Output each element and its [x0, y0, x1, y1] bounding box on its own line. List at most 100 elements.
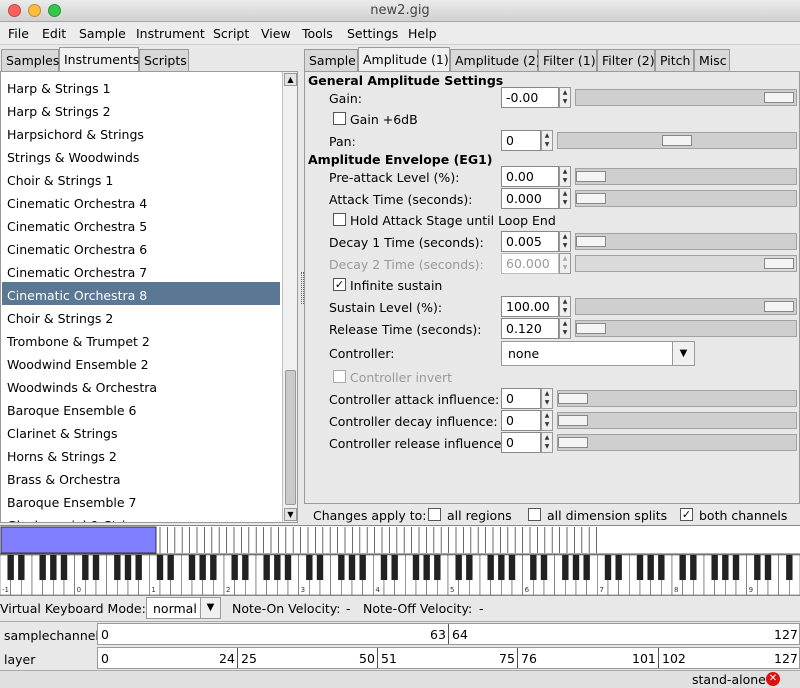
ctrl-decay-stepper[interactable]: ▲ ▼ [541, 410, 553, 431]
piano-black-key[interactable] [711, 555, 718, 580]
list-item[interactable]: Cinematic Orchestra 7 [2, 259, 280, 282]
chevron-down-icon[interactable]: ▼ [200, 598, 220, 618]
piano-black-key[interactable] [572, 555, 580, 580]
preattack-slider[interactable] [575, 168, 797, 185]
piano-black-key[interactable] [18, 555, 25, 580]
slider-knob[interactable] [576, 323, 606, 334]
attack-slider[interactable] [575, 190, 797, 207]
release-slider[interactable] [575, 320, 797, 337]
piano-black-key[interactable] [359, 555, 366, 580]
region-block[interactable] [0, 526, 157, 554]
list-item[interactable]: Harp & Strings 2 [2, 98, 280, 121]
zoom-window-button[interactable] [48, 4, 61, 17]
piano-black-key[interactable] [39, 555, 46, 580]
decay1-slider[interactable] [575, 233, 797, 250]
piano-black-key[interactable] [199, 555, 206, 580]
piano-black-key[interactable] [722, 555, 729, 580]
list-item[interactable]: Harpsichord & Strings [2, 121, 280, 144]
list-item-selected[interactable]: Cinematic Orchestra 8 [2, 282, 280, 305]
list-item[interactable]: Cinematic Orchestra 4 [2, 190, 280, 213]
list-item[interactable]: Baroque Ensemble 6 [2, 397, 280, 420]
piano-black-key[interactable] [306, 555, 313, 580]
attack-stepper[interactable]: ▲ ▼ [559, 188, 571, 209]
ctrl-release-slider[interactable] [557, 434, 797, 451]
menu-tools[interactable]: Tools [302, 26, 333, 41]
piano-black-key[interactable] [135, 555, 142, 580]
infinite-sustain-checkbox[interactable]: ✓ [333, 278, 346, 291]
slider-knob[interactable] [764, 258, 794, 269]
ctrl-decay-input[interactable]: 0 [501, 410, 541, 431]
hold-attack-checkbox[interactable] [333, 213, 346, 226]
piano-black-key[interactable] [434, 555, 441, 580]
list-item[interactable]: Trombone & Trumpet 2 [2, 328, 280, 351]
piano-black-key[interactable] [114, 555, 121, 580]
piano-black-key[interactable] [466, 555, 473, 580]
piano-black-key[interactable] [636, 555, 644, 580]
menu-instrument[interactable]: Instrument [136, 26, 205, 41]
tab-amplitude-1[interactable]: Amplitude (1) [358, 47, 450, 71]
tab-scripts[interactable]: Scripts [139, 49, 189, 71]
tab-amplitude-2[interactable]: Amplitude (2) [450, 49, 541, 71]
decay1-stepper[interactable]: ▲ ▼ [559, 231, 571, 252]
release-input[interactable]: 0.120 [501, 318, 559, 339]
piano-black-key[interactable] [786, 555, 793, 580]
list-item[interactable]: Choir & Strings 1 [2, 167, 280, 190]
slider-knob[interactable] [576, 171, 606, 182]
piano-black-key[interactable] [82, 555, 89, 580]
scroll-up-icon[interactable]: ▲ [284, 73, 297, 86]
tab-filter-1[interactable]: Filter (1) [538, 49, 597, 71]
piano-black-key[interactable] [167, 555, 174, 580]
pan-slider[interactable] [557, 132, 797, 149]
menu-script[interactable]: Script [213, 26, 249, 41]
layer-zones[interactable]: 0 24 25 50 51 75 76 101 102 127 [97, 647, 800, 669]
piano-black-key[interactable] [263, 555, 270, 580]
controller-select[interactable]: none ▼ [501, 341, 695, 366]
piano-black-key[interactable] [92, 555, 100, 580]
gain-input[interactable]: -0.00 [501, 87, 559, 108]
pan-stepper[interactable]: ▲ ▼ [541, 130, 553, 151]
close-window-button[interactable] [8, 4, 21, 17]
scrollbar-thumb[interactable] [285, 370, 296, 505]
list-item[interactable]: Clarinet & Strings [2, 420, 280, 443]
slider-knob[interactable] [576, 193, 606, 204]
piano-black-key[interactable] [274, 555, 281, 580]
menu-file[interactable]: File [8, 26, 29, 41]
menu-help[interactable]: Help [408, 26, 437, 41]
piano-black-key[interactable] [530, 555, 537, 580]
menu-view[interactable]: View [261, 26, 291, 41]
virtual-keyboard[interactable]: -1 0 1 2 3 4 5 6 7 8 9 [0, 525, 800, 596]
tab-instruments[interactable]: Instruments [59, 47, 139, 71]
slider-knob[interactable] [764, 92, 794, 103]
slider-knob[interactable] [558, 415, 588, 426]
piano-black-key[interactable] [423, 555, 430, 580]
list-item[interactable]: Brass & Orchestra [2, 466, 280, 489]
list-scrollbar[interactable]: ▲ ▼ [282, 72, 297, 522]
piano-black-key[interactable] [508, 555, 516, 580]
keyboard-graphic[interactable]: -1 0 1 2 3 4 5 6 7 8 9 [0, 526, 800, 596]
piano-black-key[interactable] [583, 555, 590, 580]
ctrl-release-input[interactable]: 0 [501, 432, 541, 453]
decay1-input[interactable]: 0.005 [501, 231, 559, 252]
piano-black-key[interactable] [754, 555, 761, 580]
ctrl-attack-input[interactable]: 0 [501, 388, 541, 409]
piano-black-key[interactable] [498, 555, 505, 580]
decay2-stepper[interactable]: ▲ ▼ [559, 253, 571, 274]
list-item[interactable]: Harp & Strings 1 [2, 75, 280, 98]
ctrl-attack-slider[interactable] [557, 390, 797, 407]
preattack-input[interactable]: 0.00 [501, 166, 559, 187]
menu-sample[interactable]: Sample [79, 26, 126, 41]
list-item[interactable]: Strings & Woodwinds [2, 144, 280, 167]
sustain-stepper[interactable]: ▲ ▼ [559, 296, 571, 317]
piano-black-key[interactable] [156, 555, 164, 580]
slider-knob[interactable] [576, 236, 606, 247]
slider-knob[interactable] [558, 393, 588, 404]
tab-misc[interactable]: Misc [694, 49, 730, 71]
piano-black-key[interactable] [391, 555, 398, 580]
all-regions-checkbox[interactable] [428, 508, 441, 521]
attack-input[interactable]: 0.000 [501, 188, 559, 209]
piano-black-key[interactable] [487, 555, 494, 580]
piano-black-key[interactable] [210, 555, 217, 580]
piano-black-key[interactable] [7, 555, 14, 580]
piano-black-key[interactable] [604, 555, 612, 580]
tab-filter-2[interactable]: Filter (2) [597, 49, 655, 71]
